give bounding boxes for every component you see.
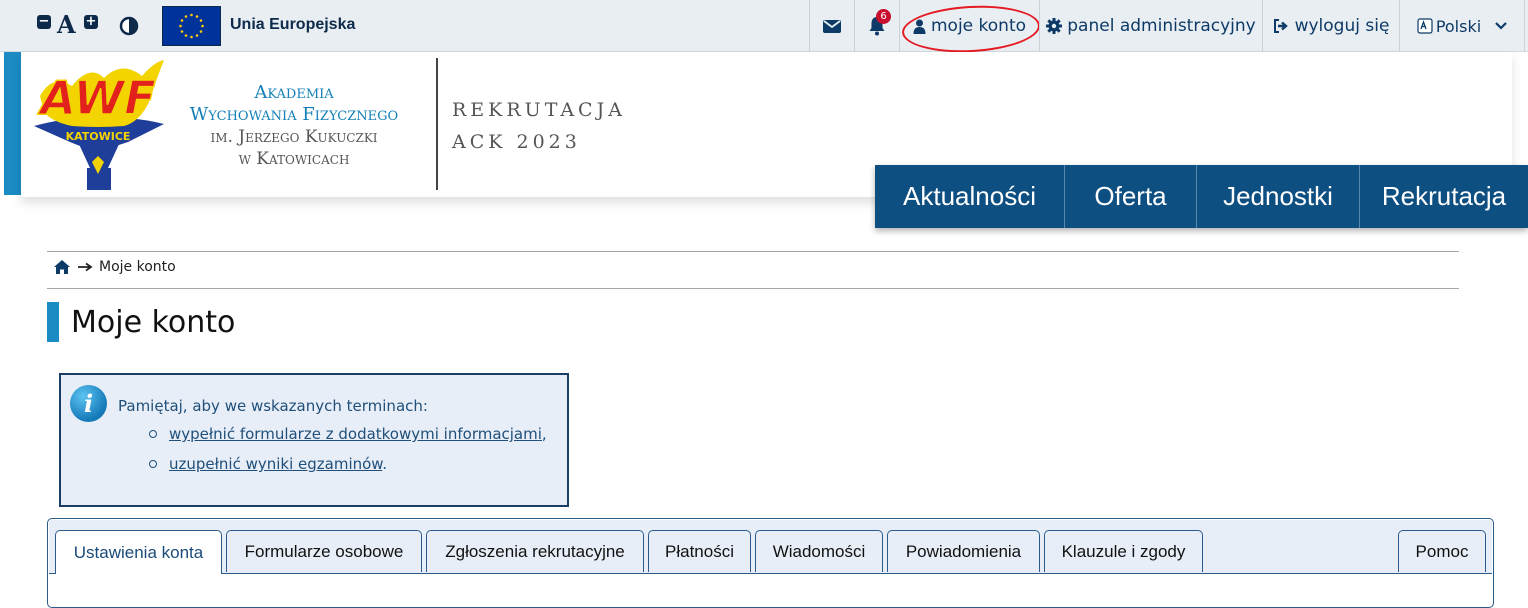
page-title: Moje konto (47, 302, 235, 342)
eu-label: Unia Europejska (230, 16, 356, 33)
arrow-right-icon (78, 262, 93, 272)
academy-line-4: w Katowicach (238, 149, 350, 169)
tab-zgloszenia-rekrutacyjne[interactable]: Zgłoszenia rekrutacyjne (426, 530, 644, 572)
font-size-label: A (57, 10, 76, 39)
tab-wiadomosci[interactable]: Wiadomości (755, 530, 883, 572)
envelope-icon (823, 20, 841, 33)
logo-text: AWF (37, 71, 155, 125)
messages-button[interactable] (809, 0, 854, 52)
breadcrumb-top-rule (47, 251, 1459, 252)
font-increase-icon: + (84, 14, 98, 29)
top-bar: − A + Unia Europejska 6 moje konto panel… (0, 0, 1528, 56)
notifications-button[interactable] (854, 0, 899, 52)
gear-icon (1046, 18, 1063, 34)
recruitment-line-1: REKRUTACJA (452, 99, 626, 121)
logo-city: KATOWICE (66, 130, 131, 143)
tab-pomoc[interactable]: Pomoc (1398, 530, 1486, 572)
home-icon[interactable] (53, 259, 71, 275)
nav-aktualnosci[interactable]: Aktualności (875, 165, 1065, 228)
academy-line-3: im. Jerzego Kukuczki (210, 127, 378, 147)
nav-rekrutacja[interactable]: Rekrutacja (1360, 165, 1528, 228)
tab-klauzule-i-zgody[interactable]: Klauzule i zgody (1044, 530, 1203, 572)
notifications-badge: 6 (876, 9, 891, 24)
info-list: wypełnić formularze z dodatkowymi inform… (141, 419, 547, 479)
breadcrumb-bottom-rule (47, 288, 1459, 289)
language-label: Polski (1435, 16, 1482, 36)
logout-link[interactable]: wyloguj się (1262, 0, 1399, 52)
logout-label: wyloguj się (1294, 16, 1390, 36)
eu-flag-icon (162, 6, 221, 46)
list-item: wypełnić formularze z dodatkowymi inform… (141, 419, 547, 449)
academy-line-2: Wychowania Fizycznego (189, 104, 399, 125)
nav-jednostki[interactable]: Jednostki (1197, 165, 1360, 228)
tab-ustawienia-konta[interactable]: Ustawienia konta (55, 530, 222, 574)
list-item: uzupełnić wyniki egzaminów. (141, 449, 547, 479)
tab-formularze-osobowe[interactable]: Formularze osobowe (226, 530, 422, 572)
font-increase-button[interactable]: + (84, 15, 98, 29)
header-divider (436, 58, 438, 190)
info-icon: i (70, 385, 107, 422)
recruitment-label: REKRUTACJA ACK 2023 (452, 94, 626, 158)
font-decrease-button[interactable]: − (37, 15, 51, 29)
chevron-down-icon (1495, 22, 1507, 30)
page-title-text: Moje konto (71, 304, 236, 340)
title-accent-bar (47, 302, 59, 342)
forms-link[interactable]: wypełnić formularze z dodatkowymi inform… (169, 425, 542, 443)
main-navigation: Aktualności Oferta Jednostki Rekrutacja (875, 165, 1528, 228)
info-box: i Pamiętaj, aby we wskazanych terminach:… (59, 373, 569, 507)
recruitment-line-2: ACK 2023 (452, 131, 581, 153)
breadcrumb: Moje konto (53, 259, 176, 275)
tab-powiadomienia[interactable]: Powiadomienia (887, 530, 1040, 572)
awf-logo[interactable]: AWF KATOWICE (32, 56, 172, 192)
language-select[interactable]: Polski (1399, 0, 1525, 52)
admin-panel-label: panel administracyjny (1067, 16, 1256, 36)
academy-line-1: Akademia (254, 82, 334, 103)
header-accent-stripe (4, 52, 21, 195)
nav-oferta[interactable]: Oferta (1065, 165, 1197, 228)
academy-name: Akademia Wychowania Fizycznego im. Jerze… (164, 82, 424, 170)
translate-icon (1417, 18, 1433, 34)
tab-platnosci[interactable]: Płatności (648, 530, 751, 572)
contrast-icon (119, 16, 139, 36)
logout-icon (1273, 19, 1288, 33)
info-intro: Pamiętaj, aby we wskazanych terminach: (118, 397, 428, 415)
breadcrumb-current: Moje konto (99, 259, 176, 275)
font-decrease-icon: − (37, 14, 51, 29)
contrast-button[interactable] (119, 16, 139, 36)
admin-panel-link[interactable]: panel administracyjny (1039, 0, 1262, 52)
exam-results-link[interactable]: uzupełnić wyniki egzaminów (169, 455, 382, 473)
